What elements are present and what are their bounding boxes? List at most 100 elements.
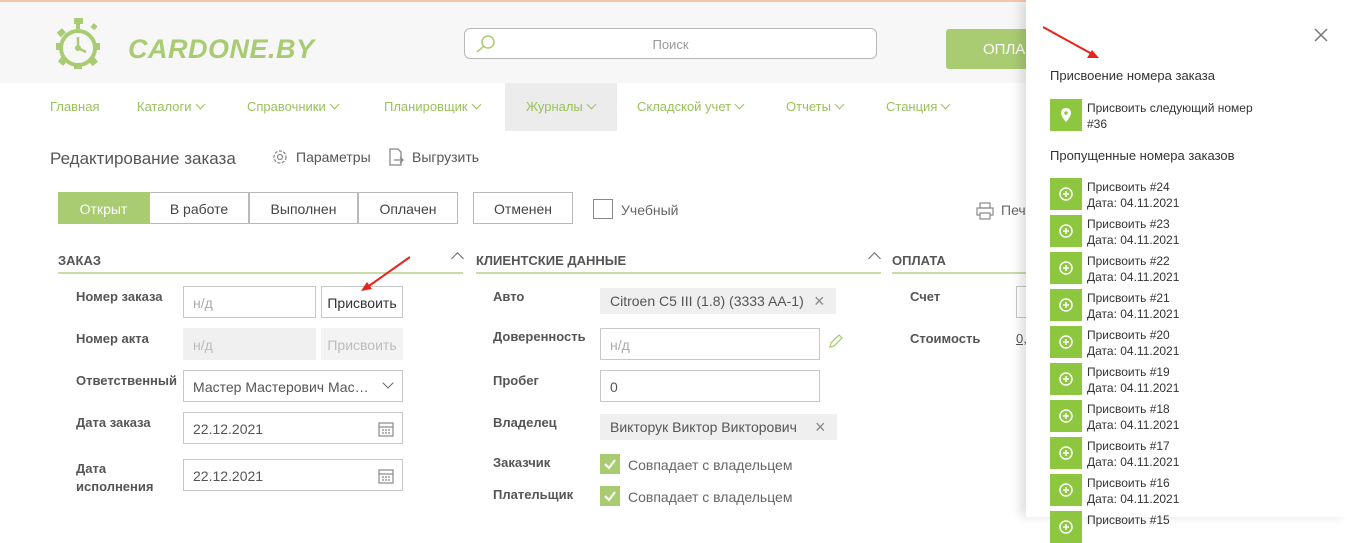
chevron-up-icon[interactable] [451,252,464,265]
order-section-title: ЗАКАЗ [58,253,101,268]
missed-number-item[interactable]: Присвоить #16 Дата: 04.11.2021 [1087,475,1179,507]
missed-number-label: Присвоить #19 [1087,365,1170,379]
missed-number-item[interactable]: Присвоить #18 Дата: 04.11.2021 [1087,401,1179,433]
assign-next-text[interactable]: Присвоить следующий номер #36 [1087,100,1253,132]
nav-item-planner[interactable]: Планировщик [384,83,482,131]
nav-item-label: Складской учет [637,99,732,114]
plus-circle-icon [1059,446,1073,460]
close-icon[interactable]: × [815,417,826,438]
export-button[interactable]: Выгрузить [387,148,480,166]
missed-number-item[interactable]: Присвоить #20 Дата: 04.11.2021 [1087,327,1179,359]
chevron-down-icon [471,99,482,110]
payment-section-divider [892,272,1026,274]
page-title: Редактирование заказа [50,149,236,168]
missed-number-date: Дата: 04.11.2021 [1087,344,1180,358]
auto-chip[interactable]: Citroen C5 III (1.8) (3333 AA-1) × [600,288,836,314]
status-in-progress-button[interactable]: В работе [149,192,249,224]
order-number-input[interactable]: н/д [183,286,316,318]
nav-item-label: Журналы [526,99,583,114]
nav-item-reports[interactable]: Отчеты [786,83,845,131]
status-done-button[interactable]: Выполнен [249,192,358,224]
assign-missed-button[interactable] [1050,474,1082,506]
chevron-down-icon [195,99,205,110]
brand-name[interactable]: CARDONE.BY [128,34,315,65]
order-date-input[interactable]: 22.12.2021 [183,412,403,444]
chevron-down-icon [834,99,845,110]
done-date-input[interactable]: 22.12.2021 [183,459,403,491]
missed-numbers-title: Пропущенные номера заказов [1050,148,1235,163]
proxy-label: Доверенность [493,329,586,344]
customer-same-checkbox[interactable] [600,454,620,474]
plus-circle-icon [1059,372,1073,386]
nav-item-label: Главная [50,99,100,114]
payer-same-checkbox[interactable] [600,486,620,506]
search-input[interactable]: Поиск [464,28,877,59]
plus-circle-icon [1059,261,1073,275]
missed-number-item[interactable]: Присвоить #22 Дата: 04.11.2021 [1087,253,1179,285]
training-label: Учебный [621,202,679,218]
status-cancelled-button[interactable]: Отменен [473,192,573,224]
responsible-select[interactable]: Мастер Мастерович Мастерович [183,370,403,402]
auto-label: Авто [493,289,525,304]
missed-number-item[interactable]: Присвоить #19 Дата: 04.11.2021 [1087,364,1179,396]
calendar-icon[interactable] [378,468,394,484]
assign-missed-button[interactable] [1050,511,1082,543]
missed-number-item[interactable]: Присвоить #15 [1087,512,1170,528]
nav-item-station[interactable]: Станция [886,83,951,131]
nav-item-home[interactable]: Главная [50,83,99,131]
search-placeholder: Поиск [652,37,689,52]
nav-item-journals[interactable]: Журналы [505,83,617,131]
calendar-icon[interactable] [378,421,394,437]
plus-circle-icon [1059,409,1073,423]
assign-missed-button[interactable] [1050,437,1082,469]
proxy-input[interactable]: н/д [600,328,820,360]
print-button[interactable]: Печ [976,202,1026,220]
assign-missed-button[interactable] [1050,215,1082,247]
mileage-input[interactable]: 0 [600,370,820,402]
missed-number-item[interactable]: Присвоить #21 Дата: 04.11.2021 [1087,290,1179,322]
params-button[interactable]: Параметры [271,149,371,165]
missed-number-date: Дата: 04.11.2021 [1087,381,1180,395]
done-date-label-line2: исполнения [76,479,154,494]
status-paid-button[interactable]: Оплачен [358,192,458,224]
missed-number-item[interactable]: Присвоить #23 Дата: 04.11.2021 [1087,216,1179,248]
assign-missed-button[interactable] [1050,400,1082,432]
pencil-icon[interactable] [828,333,844,349]
assign-missed-button[interactable] [1050,252,1082,284]
map-pin-icon [1061,108,1071,122]
act-number-input: н/д [183,328,316,360]
owner-chip[interactable]: Викторук Виктор Викторович × [600,414,837,440]
account-label: Счет [910,289,941,304]
plus-circle-icon [1059,187,1073,201]
chevron-up-icon[interactable] [868,252,881,265]
missed-number-item[interactable]: Присвоить #24 Дата: 04.11.2021 [1087,179,1179,211]
training-checkbox[interactable] [593,199,613,219]
nav-item-label: Каталоги [137,99,192,114]
assign-missed-button[interactable] [1050,363,1082,395]
close-icon[interactable] [1312,26,1330,44]
status-open-button[interactable]: Открыт [58,192,149,224]
assign-act-number-button: Присвоить [321,328,403,360]
assign-missed-button[interactable] [1050,178,1082,210]
nav-item-label: Планировщик [384,99,468,114]
missed-number-label: Присвоить #22 [1087,254,1170,268]
nav-item-references[interactable]: Справочники [247,83,340,131]
chevron-down-icon [586,99,597,110]
nav-item-warehouse[interactable]: Складской учет [637,83,745,131]
nav-item-catalogs[interactable]: Каталоги [137,83,205,131]
assign-next-button[interactable] [1050,99,1082,131]
missed-number-label: Присвоить #15 [1087,513,1170,527]
client-section-divider [476,272,881,274]
missed-number-date: Дата: 04.11.2021 [1087,307,1180,321]
export-label: Выгрузить [412,149,480,165]
act-number-label: Номер акта [76,331,149,346]
chevron-down-icon [940,99,951,110]
assign-missed-button[interactable] [1050,326,1082,358]
params-label: Параметры [296,149,371,165]
chevron-down-icon [329,99,340,110]
assign-missed-button[interactable] [1050,289,1082,321]
missed-number-item[interactable]: Присвоить #17 Дата: 04.11.2021 [1087,438,1179,470]
missed-number-date: Дата: 04.11.2021 [1087,492,1180,506]
nav-item-label: Отчеты [786,99,831,114]
close-icon[interactable]: × [814,291,825,312]
